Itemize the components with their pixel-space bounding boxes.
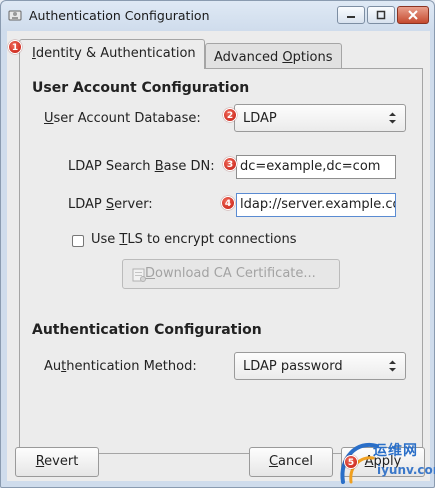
- server-label-text: LDAP: [68, 197, 106, 212]
- server-input[interactable]: ldap://server.example.com: [236, 193, 396, 217]
- database-select-value: LDAP: [243, 111, 277, 126]
- title-bar[interactable]: Authentication Configuration: [1, 1, 434, 31]
- tls-label-text: Use: [91, 232, 120, 247]
- watermark-cn: 运维网: [373, 443, 418, 459]
- certificate-icon: [132, 268, 146, 282]
- window-title: Authentication Configuration: [29, 8, 210, 23]
- auth-method-label: Authentication Method:: [44, 359, 197, 374]
- tls-label[interactable]: Use TLS to encrypt connections: [91, 232, 297, 247]
- tab-panel: User Account Configuration User Account …: [19, 68, 423, 454]
- annotation-badge: 1: [8, 40, 22, 54]
- auth-config-window: Authentication Configuration Identity & …: [0, 0, 435, 488]
- auth-method-label-text: hentication Method:: [66, 359, 197, 374]
- search-base-label-mnemonic: B: [154, 159, 164, 174]
- tls-checkbox[interactable]: [72, 235, 84, 247]
- annotation-badge: 3: [223, 157, 237, 171]
- cancel-label: ancel: [278, 454, 314, 469]
- database-label-mnemonic: U: [44, 111, 54, 126]
- search-base-label-text: ase DN:: [163, 159, 215, 174]
- annotation-badge: 4: [221, 196, 235, 210]
- tls-label-text: LS to encrypt connections: [127, 232, 297, 247]
- cancel-mnemonic: C: [268, 454, 279, 469]
- revert-label: evert: [44, 454, 79, 469]
- cancel-button[interactable]: Cancel: [249, 447, 333, 477]
- database-label: User Account Database:: [44, 111, 201, 126]
- annotation-badge: 2: [223, 108, 237, 122]
- auth-method-select[interactable]: LDAP password: [234, 352, 406, 380]
- chevron-updown-icon: [389, 112, 396, 124]
- tab-label: dentity & Authentication: [35, 46, 196, 61]
- tab-label: Advanced: [214, 50, 283, 65]
- user-account-heading: User Account Configuration: [32, 80, 250, 96]
- auth-config-heading: Authentication Configuration: [32, 322, 262, 338]
- maximize-button[interactable]: [367, 6, 395, 24]
- server-label-mnemonic: S: [105, 197, 115, 212]
- tab-advanced-options[interactable]: Advanced Options: [205, 43, 342, 69]
- download-button-label: ownload CA Certificate...: [155, 266, 316, 281]
- tab-label-mnemonic: O: [282, 50, 293, 65]
- revert-button[interactable]: Revert: [15, 447, 99, 477]
- app-icon: [8, 10, 22, 21]
- server-label-text: erver:: [114, 197, 153, 212]
- database-select[interactable]: LDAP: [234, 104, 406, 132]
- revert-mnemonic: R: [35, 454, 45, 469]
- chevron-updown-icon: [389, 360, 396, 372]
- search-base-input[interactable]: dc=example,dc=com: [236, 155, 396, 179]
- minimize-button[interactable]: [337, 6, 365, 24]
- server-label: LDAP Server:: [68, 197, 153, 212]
- tab-label: ptions: [292, 50, 333, 65]
- watermark-en: iyunv.com: [377, 463, 435, 477]
- search-base-label-text: LDAP Search: [68, 159, 155, 174]
- close-button[interactable]: [397, 6, 429, 24]
- maximize-icon: [376, 10, 386, 20]
- database-label-text: ser Account Database:: [53, 111, 201, 126]
- search-base-label: LDAP Search Base DN:: [68, 159, 215, 174]
- close-icon: [408, 10, 418, 20]
- auth-method-label-text: Au: [44, 359, 62, 374]
- minimize-icon: [347, 16, 355, 18]
- dialog-body: Identity & Authentication Advanced Optio…: [7, 31, 430, 481]
- download-ca-certificate-button[interactable]: Download CA Certificate...: [122, 259, 340, 289]
- auth-method-value: LDAP password: [243, 359, 343, 374]
- annotation-badge: 5: [344, 455, 358, 469]
- tab-identity-authentication[interactable]: Identity & Authentication: [19, 39, 205, 69]
